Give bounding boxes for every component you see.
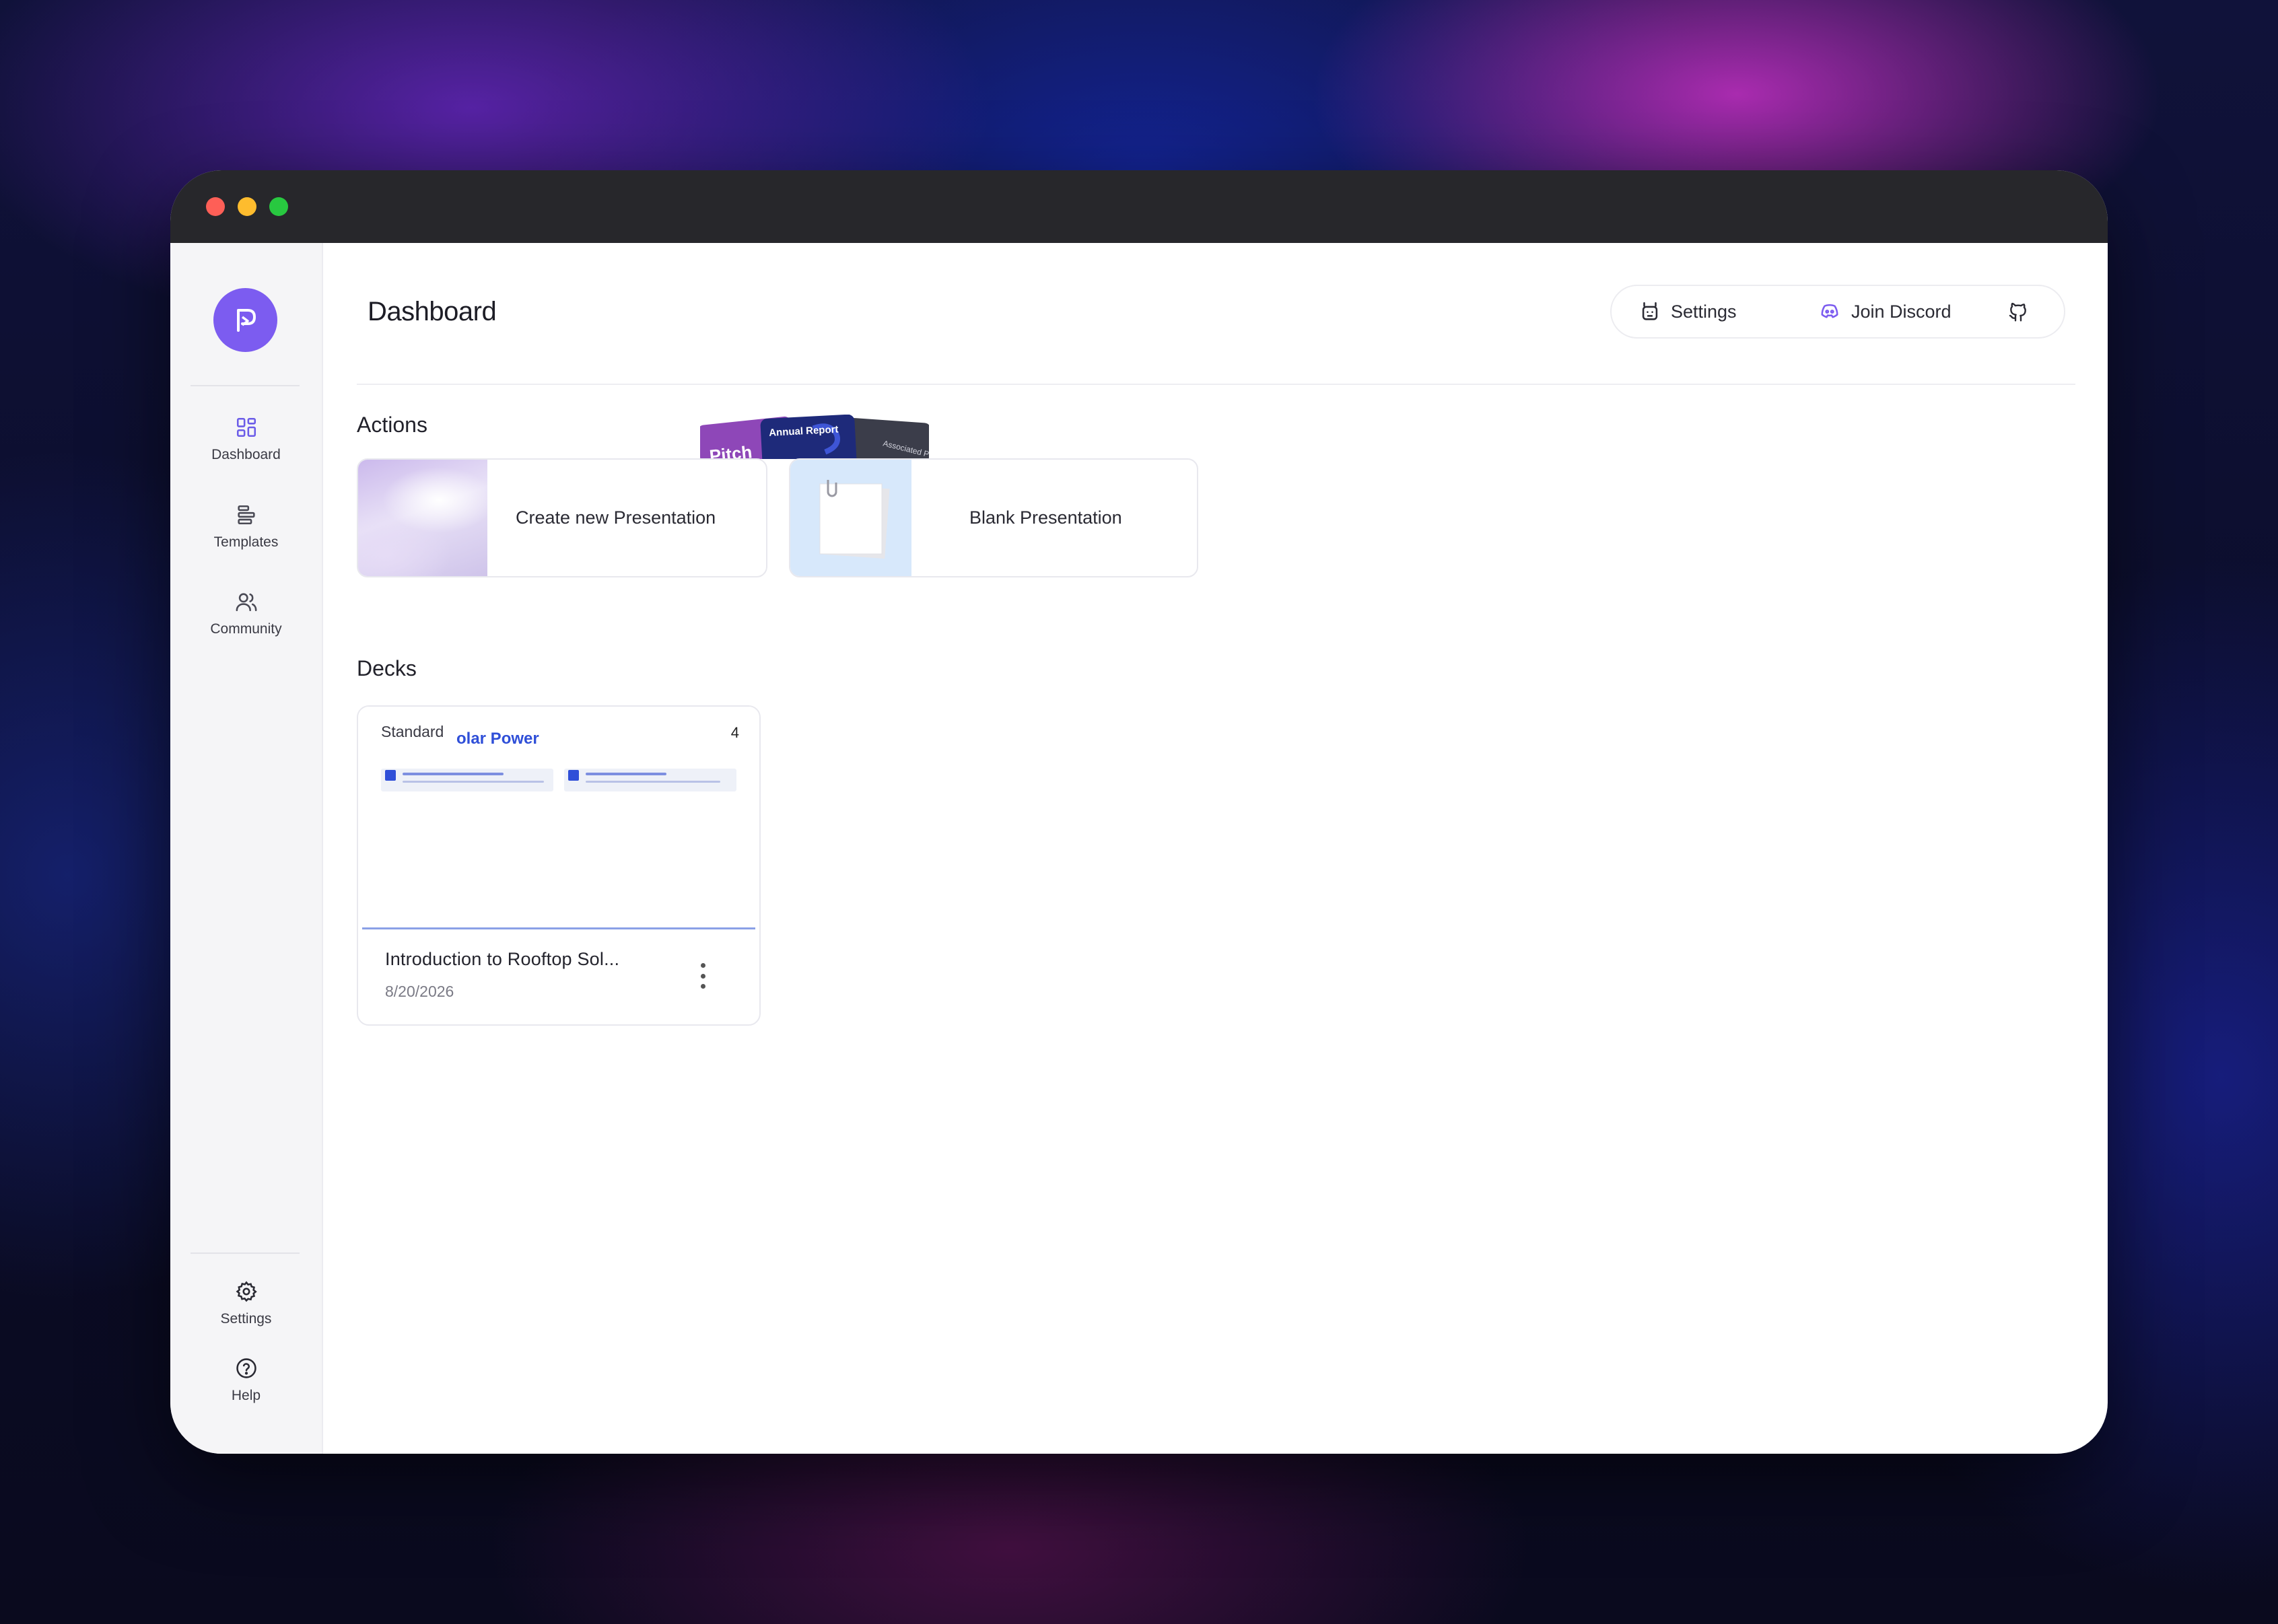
decks-section-title: Decks [357, 656, 417, 680]
preview-divider [362, 927, 755, 929]
deck-preview[interactable]: olar Power Standard 4 [358, 707, 759, 929]
deck-card[interactable]: olar Power Standard 4 Introduction to Ro… [357, 705, 761, 1026]
templates-fan-illustration: Pitch Associated Project Annual Report [700, 415, 929, 459]
sidebar-item-help[interactable]: Help [170, 1357, 322, 1404]
app-window: Dashboard Templates Community Settings H… [170, 170, 2108, 1454]
grid-icon [236, 417, 256, 437]
github-button[interactable] [2007, 286, 2029, 337]
blank-presentation-card[interactable]: Blank Presentation [789, 458, 1198, 577]
sidebar-item-templates[interactable]: Templates [170, 503, 322, 551]
settings-button[interactable]: Settings [1638, 286, 1737, 337]
close-window-button[interactable] [206, 197, 225, 216]
sidebar-divider-top [191, 385, 300, 386]
create-presentation-label: Create new Presentation [516, 507, 716, 528]
sidebar-divider-bottom [191, 1252, 300, 1254]
page-title: Dashboard [368, 297, 497, 326]
kebab-dot [700, 973, 705, 979]
window-titlebar [170, 170, 2108, 243]
sidebar-item-community[interactable]: Community [170, 590, 322, 637]
preview-slide-thumbnail [381, 769, 553, 791]
deck-name[interactable]: Introduction to Rooftop Sol... [385, 949, 619, 970]
deck-date: 8/20/2026 [385, 983, 454, 1000]
header-toolbar: Settings Join Discord [1610, 285, 2065, 339]
blank-presentation-label: Blank Presentation [969, 507, 1122, 528]
settings-robot-icon [1642, 302, 1658, 320]
deck-more-options-button[interactable] [695, 959, 711, 993]
create-presentation-thumbnail [358, 460, 487, 576]
templates-icon [237, 505, 255, 525]
help-circle-icon [236, 1358, 256, 1378]
kebab-dot [700, 984, 705, 989]
sidebar-item-label: Settings [220, 1311, 272, 1327]
main-content: Dashboard Settings Join Discord Actions … [323, 243, 2108, 1454]
deck-template-badge: Standard [381, 723, 448, 741]
deck-preview-title: olar Power [456, 730, 539, 748]
blank-presentation-thumbnail [790, 460, 911, 576]
sidebar-item-settings[interactable]: Settings [170, 1280, 322, 1327]
header-divider [357, 384, 2075, 385]
deck-slide-count: 4 [730, 724, 739, 741]
discord-icon [1821, 304, 1838, 318]
sidebar-item-label: Community [210, 621, 282, 637]
sidebar-item-dashboard[interactable]: Dashboard [170, 416, 322, 463]
maximize-window-button[interactable] [269, 197, 288, 216]
kebab-dot [700, 963, 705, 968]
actions-section-title: Actions [357, 413, 427, 437]
sidebar-item-label: Help [231, 1388, 261, 1403]
github-icon [2009, 302, 2026, 322]
join-discord-button[interactable]: Join Discord [1818, 286, 1952, 337]
sidebar-item-label: Dashboard [211, 447, 281, 462]
join-discord-label: Join Discord [1851, 301, 1952, 322]
settings-button-label: Settings [1671, 301, 1737, 322]
logo-icon [236, 308, 256, 332]
gear-icon [236, 1281, 257, 1302]
sidebar: Dashboard Templates Community Settings H… [170, 243, 323, 1454]
sidebar-item-label: Templates [213, 534, 279, 550]
app-logo[interactable] [213, 288, 277, 352]
minimize-window-button[interactable] [238, 197, 256, 216]
users-icon [236, 593, 256, 612]
create-presentation-card[interactable]: Create new Presentation [357, 458, 767, 577]
preview-slide-thumbnail [564, 769, 736, 791]
